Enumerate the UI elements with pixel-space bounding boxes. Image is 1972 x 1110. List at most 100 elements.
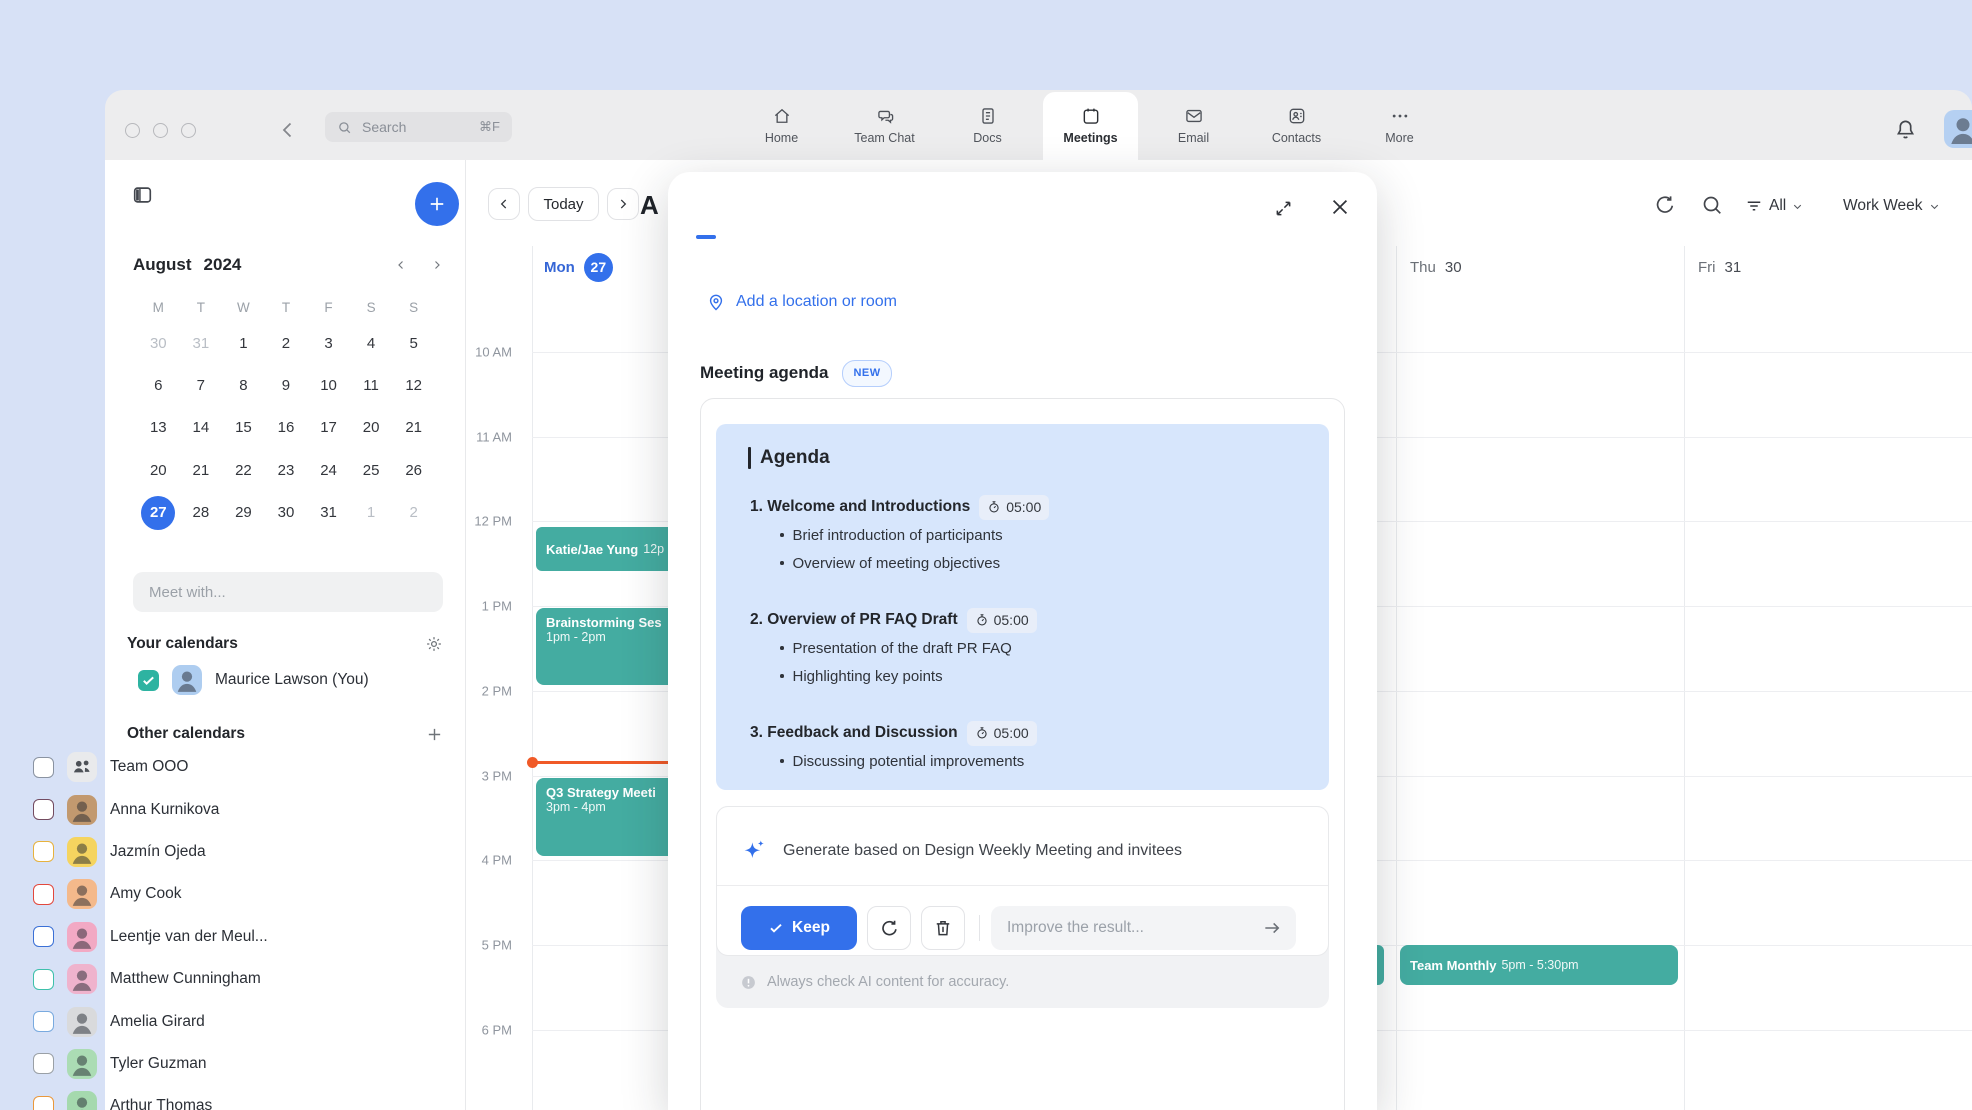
- date-cell[interactable]: 12: [392, 364, 435, 406]
- time-label: 5 PM: [440, 938, 512, 953]
- calendar-row[interactable]: Arthur Thomas: [20, 1085, 350, 1110]
- date-cell[interactable]: 30: [265, 492, 308, 534]
- meet-with-field[interactable]: [133, 572, 443, 612]
- date-cell[interactable]: 2: [265, 322, 308, 364]
- date-cell[interactable]: 6: [137, 364, 180, 406]
- date-cell[interactable]: 31: [180, 322, 223, 364]
- delete-button[interactable]: [921, 906, 965, 950]
- search-input[interactable]: [360, 118, 464, 136]
- mini-calendar-prev-icon[interactable]: [395, 258, 407, 272]
- date-cell[interactable]: 11: [350, 364, 393, 406]
- date-cell[interactable]: 7: [180, 364, 223, 406]
- tab-contacts[interactable]: Contacts: [1245, 90, 1348, 160]
- calendar-row[interactable]: Leentje van der Meul...: [20, 916, 350, 958]
- zoom-window-button[interactable]: [181, 123, 196, 138]
- date-cell[interactable]: 21: [180, 449, 223, 491]
- date-cell[interactable]: 14: [180, 407, 223, 449]
- tab-more[interactable]: More: [1348, 90, 1451, 160]
- refresh-icon[interactable]: [1653, 193, 1677, 217]
- time-label: 11 AM: [440, 430, 512, 445]
- user-avatar[interactable]: [1944, 110, 1972, 148]
- add-location-link[interactable]: Add a location or room: [706, 292, 897, 312]
- sidebar-toggle-icon[interactable]: [131, 184, 154, 206]
- submit-arrow-icon[interactable]: [1262, 918, 1282, 938]
- date-cell[interactable]: 25: [350, 449, 393, 491]
- next-week-button[interactable]: [607, 188, 639, 220]
- date-cell[interactable]: 21: [392, 407, 435, 449]
- improve-result-field[interactable]: [991, 906, 1296, 950]
- calendar-row[interactable]: Amelia Girard: [20, 1000, 350, 1042]
- date-cell[interactable]: 13: [137, 407, 180, 449]
- gear-icon[interactable]: [425, 635, 443, 653]
- tab-docs[interactable]: Docs: [936, 90, 1039, 160]
- calendar-row[interactable]: Tyler Guzman: [20, 1043, 350, 1085]
- date-cell[interactable]: 24: [307, 449, 350, 491]
- date-cell[interactable]: 29: [222, 492, 265, 534]
- keep-button[interactable]: Keep: [741, 906, 857, 950]
- date-cell[interactable]: 15: [222, 407, 265, 449]
- close-icon[interactable]: [1329, 196, 1351, 218]
- calendar-checkbox[interactable]: [33, 1096, 54, 1110]
- date-cell[interactable]: 3: [307, 322, 350, 364]
- date-cell[interactable]: 5: [392, 322, 435, 364]
- date-cell[interactable]: 1: [350, 492, 393, 534]
- calendar-row[interactable]: Team OOO: [20, 746, 350, 788]
- date-cell-selected[interactable]: 27: [137, 492, 180, 534]
- calendar-checkbox[interactable]: [33, 1011, 54, 1032]
- improve-result-input[interactable]: [1005, 918, 1254, 938]
- date-cell[interactable]: 28: [180, 492, 223, 534]
- new-badge: NEW: [842, 360, 891, 387]
- document-icon: [978, 106, 998, 126]
- meet-with-input[interactable]: [147, 583, 429, 602]
- calendar-row[interactable]: Jazmín Ojeda: [20, 831, 350, 873]
- date-cell[interactable]: 1: [222, 322, 265, 364]
- view-selector[interactable]: Work Week: [1843, 194, 1941, 218]
- create-event-button[interactable]: [415, 182, 459, 226]
- date-cell[interactable]: 16: [265, 407, 308, 449]
- date-cell[interactable]: 17: [307, 407, 350, 449]
- tab-meetings[interactable]: Meetings: [1039, 90, 1142, 160]
- date-cell[interactable]: 20: [137, 449, 180, 491]
- calendar-checkbox-checked[interactable]: [138, 670, 159, 691]
- history-back-button[interactable]: [276, 118, 300, 142]
- trash-icon: [933, 918, 953, 938]
- notifications-bell-icon[interactable]: [1893, 117, 1918, 142]
- calendar-checkbox[interactable]: [33, 926, 54, 947]
- today-button[interactable]: Today: [528, 187, 599, 221]
- date-cell[interactable]: 20: [350, 407, 393, 449]
- calendar-row-owner[interactable]: Maurice Lawson (You): [125, 662, 455, 698]
- expand-icon[interactable]: [1273, 198, 1294, 219]
- date-cell[interactable]: 2: [392, 492, 435, 534]
- calendar-search-icon[interactable]: [1700, 193, 1724, 217]
- minimize-window-button[interactable]: [153, 123, 168, 138]
- calendar-checkbox[interactable]: [33, 799, 54, 820]
- tab-team-chat[interactable]: Team Chat: [833, 90, 936, 160]
- tab-home[interactable]: Home: [730, 90, 833, 160]
- mini-calendar-next-icon[interactable]: [431, 258, 443, 272]
- date-cell[interactable]: 22: [222, 449, 265, 491]
- add-calendar-icon[interactable]: [426, 726, 443, 743]
- prev-week-button[interactable]: [488, 188, 520, 220]
- global-search[interactable]: ⌘F: [325, 112, 512, 142]
- calendar-row[interactable]: Amy Cook: [20, 873, 350, 915]
- date-cell[interactable]: 8: [222, 364, 265, 406]
- date-cell[interactable]: 26: [392, 449, 435, 491]
- close-window-button[interactable]: [125, 123, 140, 138]
- date-cell[interactable]: 10: [307, 364, 350, 406]
- calendar-checkbox[interactable]: [33, 884, 54, 905]
- calendar-checkbox[interactable]: [33, 1053, 54, 1074]
- calendar-checkbox[interactable]: [33, 841, 54, 862]
- regenerate-button[interactable]: [867, 906, 911, 950]
- calendar-filter[interactable]: All: [1744, 194, 1804, 218]
- calendar-checkbox[interactable]: [33, 757, 54, 778]
- calendar-row[interactable]: Anna Kurnikova: [20, 788, 350, 830]
- tab-email[interactable]: Email: [1142, 90, 1245, 160]
- event-team-monthly[interactable]: Team Monthly 5pm - 5:30pm: [1400, 945, 1678, 985]
- date-cell[interactable]: 31: [307, 492, 350, 534]
- date-cell[interactable]: 30: [137, 322, 180, 364]
- calendar-checkbox[interactable]: [33, 969, 54, 990]
- calendar-row[interactable]: Matthew Cunningham: [20, 958, 350, 1000]
- date-cell[interactable]: 23: [265, 449, 308, 491]
- date-cell[interactable]: 4: [350, 322, 393, 364]
- date-cell[interactable]: 9: [265, 364, 308, 406]
